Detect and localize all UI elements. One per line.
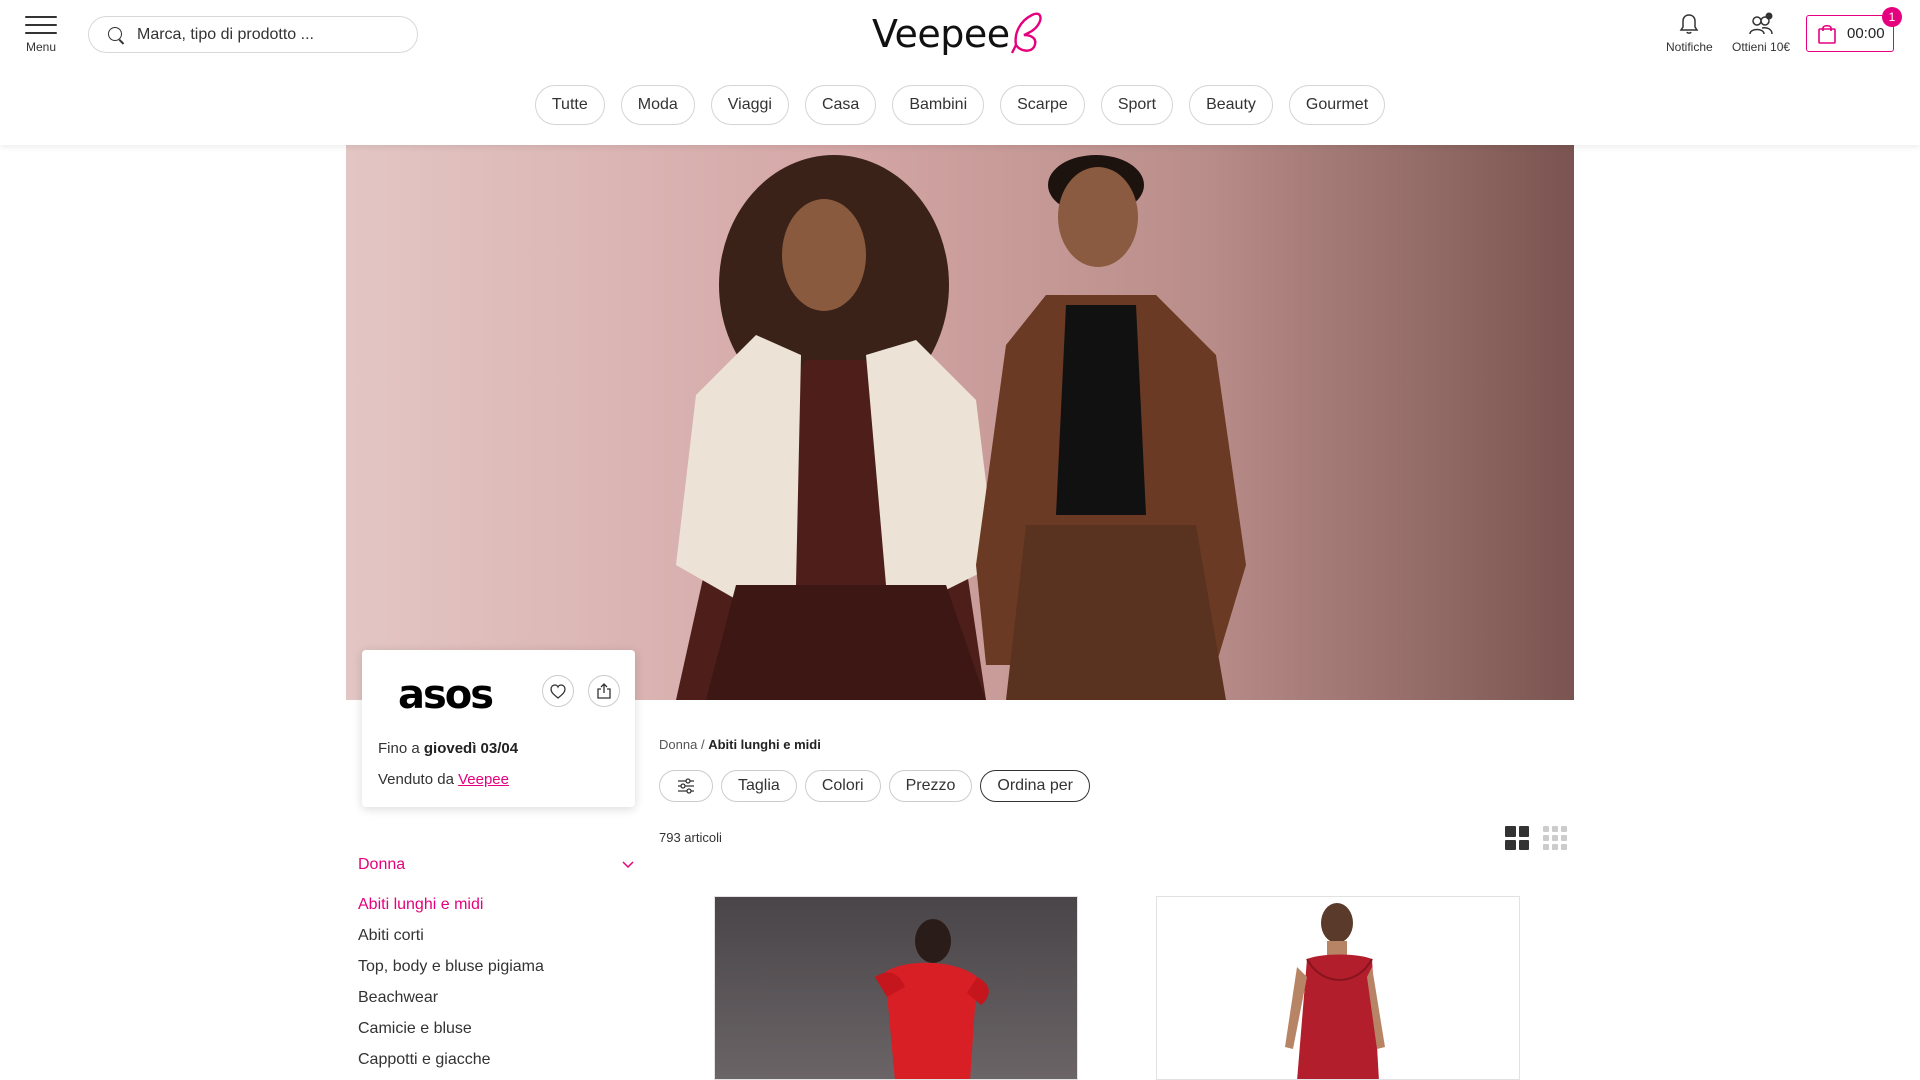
hero-banner: [346, 145, 1574, 700]
search-input[interactable]: [135, 24, 395, 45]
sidebar-item-cappotti[interactable]: Cappotti e giacche: [358, 1051, 491, 1069]
category-beauty[interactable]: Beauty: [1189, 85, 1273, 125]
search-bar[interactable]: [88, 16, 418, 53]
menu-button[interactable]: Menu: [24, 16, 58, 54]
category-viaggi[interactable]: Viaggi: [710, 85, 789, 125]
notifications-button[interactable]: Notifiche: [1666, 12, 1713, 54]
breadcrumb-current: Abiti lunghi e midi: [708, 737, 821, 752]
referral-label: Ottieni 10€: [1732, 40, 1791, 54]
sidebar-item-camicie[interactable]: Camicie e bluse: [358, 1020, 472, 1038]
sale-end-prefix: Fino a: [378, 740, 420, 757]
butterfly-icon: [1010, 12, 1042, 54]
invite-friends-icon: [1749, 12, 1773, 35]
category-bambini[interactable]: Bambini: [892, 85, 985, 125]
breadcrumb: Donna / Abiti lunghi e midi: [659, 737, 821, 752]
hamburger-icon: [25, 16, 57, 34]
category-nav: Tutte Moda Viaggi Casa Bambini Scarpe Sp…: [0, 85, 1920, 125]
hero-models-image: [676, 155, 1246, 700]
results-count: 793 articoli: [659, 830, 722, 845]
product-image: [1285, 903, 1385, 1079]
cart-count-badge: 1: [1882, 7, 1902, 27]
sold-by-prefix: Venduto da: [378, 771, 454, 788]
share-button[interactable]: [588, 675, 620, 707]
breadcrumb-parent[interactable]: Donna: [659, 737, 697, 752]
sold-by-link[interactable]: Veepee: [458, 771, 509, 788]
share-icon: [597, 683, 611, 699]
product-image: [875, 919, 989, 1079]
category-sport[interactable]: Sport: [1100, 85, 1174, 125]
chevron-down-icon: [622, 861, 634, 869]
product-card[interactable]: [714, 896, 1078, 1080]
heart-icon: [550, 683, 566, 699]
grid-small-view-icon[interactable]: [1543, 826, 1567, 850]
cart-button[interactable]: 00:00 1: [1806, 7, 1902, 52]
brand-card: asos Fino a giovedì 03/04 Venduto da Vee…: [362, 650, 635, 807]
sold-by: Venduto da Veepee: [378, 771, 509, 788]
filter-bar: Taglia Colori Prezzo Ordina per: [659, 770, 1090, 802]
category-moda[interactable]: Moda: [620, 85, 695, 125]
grid-large-view-icon[interactable]: [1505, 826, 1529, 850]
cart-timer: 00:00: [1847, 25, 1885, 42]
sale-end-value: giovedì 03/04: [423, 740, 519, 757]
category-gourmet[interactable]: Gourmet: [1288, 85, 1386, 125]
filter-colors-button[interactable]: Colori: [804, 770, 881, 802]
sidebar-item-abiti-lunghi[interactable]: Abiti lunghi e midi: [358, 896, 483, 914]
breadcrumb-separator: /: [700, 737, 705, 752]
favorite-button[interactable]: [542, 675, 574, 707]
sidebar-item-top-body[interactable]: Top, body e bluse pigiama: [358, 958, 544, 976]
category-casa[interactable]: Casa: [804, 85, 877, 125]
sidebar-item-beachwear[interactable]: Beachwear: [358, 989, 438, 1007]
sale-end-date: Fino a giovedì 03/04: [378, 740, 518, 757]
menu-label: Menu: [25, 40, 57, 54]
category-tutte[interactable]: Tutte: [534, 85, 605, 125]
product-card[interactable]: [1156, 896, 1520, 1080]
notifications-label: Notifiche: [1666, 40, 1713, 54]
category-scarpe[interactable]: Scarpe: [1000, 85, 1085, 125]
bell-icon: [1679, 14, 1699, 34]
filter-size-button[interactable]: Taglia: [721, 770, 797, 802]
filters-button[interactable]: [659, 770, 713, 802]
sidebar-section-label: Donna: [358, 856, 406, 873]
shopping-bag-icon: [1818, 24, 1836, 44]
filter-price-button[interactable]: Prezzo: [888, 770, 973, 802]
sort-button[interactable]: Ordina per: [980, 770, 1090, 802]
logo-text: Veepee: [872, 12, 1010, 56]
sidebar-item-abiti-corti[interactable]: Abiti corti: [358, 927, 424, 945]
veepee-logo[interactable]: Veepee: [872, 6, 1044, 62]
site-header: Menu Veepee Notifiche Ottieni 10€: [0, 0, 1920, 145]
sidebar-section-donna[interactable]: Donna: [358, 856, 634, 874]
sliders-icon: [678, 778, 694, 794]
referral-button[interactable]: Ottieni 10€: [1732, 12, 1790, 54]
search-icon: [107, 26, 125, 44]
asos-logo: asos: [398, 672, 494, 718]
